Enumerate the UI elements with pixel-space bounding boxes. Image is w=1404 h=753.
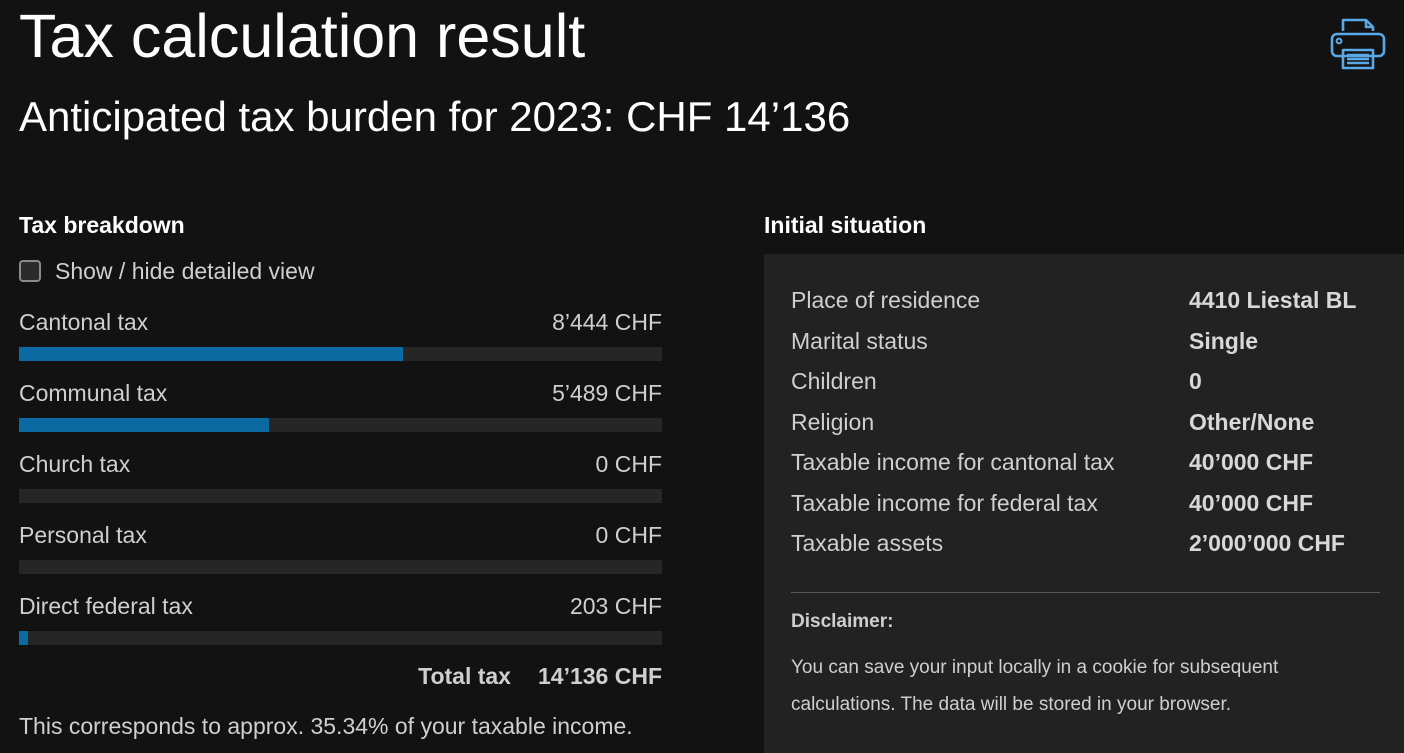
info-label: Marital status: [791, 328, 928, 354]
info-value: Single: [1189, 328, 1259, 354]
info-value: 4410 Liestal BL: [1189, 287, 1357, 313]
total-tax-value: 14’136 CHF: [537, 662, 662, 689]
print-button[interactable]: [1326, 16, 1390, 74]
tax-breakdown-heading: Tax breakdown: [19, 212, 185, 238]
tax-burden-summary: Anticipated tax burden for 2023: CHF 14’…: [19, 93, 851, 140]
tax-item-church: Church tax 0 CHF: [19, 449, 662, 503]
tax-item-value: 0 CHF: [595, 450, 662, 477]
initial-situation-panel: Place of residence 4410 Liestal BL Marit…: [764, 254, 1404, 753]
tax-item-value: 0 CHF: [595, 521, 662, 548]
total-tax-row: Total tax 14’136 CHF: [19, 661, 662, 691]
info-row-children: Children 0: [791, 366, 1381, 396]
info-label: Children: [791, 368, 877, 394]
tax-result-page: Tax calculation result Anticipated tax b…: [0, 0, 1404, 753]
info-value: 0: [1189, 368, 1202, 394]
info-label: Taxable income for federal tax: [791, 490, 1098, 516]
tax-share-bar-fill: [19, 347, 404, 361]
info-label: Place of residence: [791, 287, 981, 313]
info-label: Taxable income for cantonal tax: [791, 449, 1115, 475]
total-tax-label: Total tax: [418, 662, 511, 689]
tax-item-personal: Personal tax 0 CHF: [19, 520, 662, 574]
info-label: Religion: [791, 409, 875, 435]
tax-item-communal: Communal tax 5’489 CHF: [19, 378, 662, 432]
tax-item-label: Direct federal tax: [19, 592, 193, 619]
info-value: 40’000 CHF: [1189, 490, 1314, 516]
info-row-religion: Religion Other/None: [791, 407, 1381, 437]
info-label: Taxable assets: [791, 530, 944, 556]
detailed-view-toggle-label: Show / hide detailed view: [55, 257, 315, 284]
tax-share-bar-fill: [19, 418, 269, 432]
printer-icon: [1330, 18, 1386, 70]
tax-share-bar: [19, 560, 662, 574]
initial-situation-heading: Initial situation: [764, 212, 927, 238]
tax-item-cantonal: Cantonal tax 8’444 CHF: [19, 307, 662, 361]
tax-share-bar: [19, 489, 662, 503]
detailed-view-checkbox[interactable]: [19, 260, 41, 282]
tax-item-label: Personal tax: [19, 521, 147, 548]
tax-item-value: 8’444 CHF: [552, 308, 662, 335]
disclaimer-text: You can save your input locally in a coo…: [791, 657, 1279, 715]
info-value: 40’000 CHF: [1189, 449, 1314, 475]
info-row-marital-status: Marital status Single: [791, 326, 1381, 356]
info-row-residence: Place of residence 4410 Liestal BL: [791, 285, 1381, 315]
divider: [791, 592, 1380, 593]
tax-item-label: Church tax: [19, 450, 131, 477]
tax-item-federal: Direct federal tax 203 CHF: [19, 591, 662, 645]
detailed-view-toggle[interactable]: Show / hide detailed view: [19, 256, 315, 286]
tax-item-value: 203 CHF: [569, 592, 662, 619]
tax-item-value: 5’489 CHF: [552, 379, 662, 406]
income-share-note: This corresponds to approx. 35.34% of yo…: [19, 713, 633, 739]
tax-share-bar: [19, 418, 662, 432]
info-row-federal-income: Taxable income for federal tax 40’000 CH…: [791, 488, 1381, 518]
info-row-taxable-assets: Taxable assets 2’000’000 CHF: [791, 528, 1381, 558]
info-value: 2’000’000 CHF: [1189, 530, 1345, 556]
info-value: Other/None: [1189, 409, 1315, 435]
page-title: Tax calculation result: [19, 2, 586, 70]
tax-share-bar: [19, 347, 662, 361]
info-row-cantonal-income: Taxable income for cantonal tax 40’000 C…: [791, 447, 1381, 477]
disclaimer-title: Disclaimer:: [791, 611, 894, 632]
tax-item-label: Cantonal tax: [19, 308, 149, 335]
tax-item-label: Communal tax: [19, 379, 168, 406]
tax-share-bar: [19, 631, 662, 645]
tax-share-bar-fill: [19, 631, 29, 645]
